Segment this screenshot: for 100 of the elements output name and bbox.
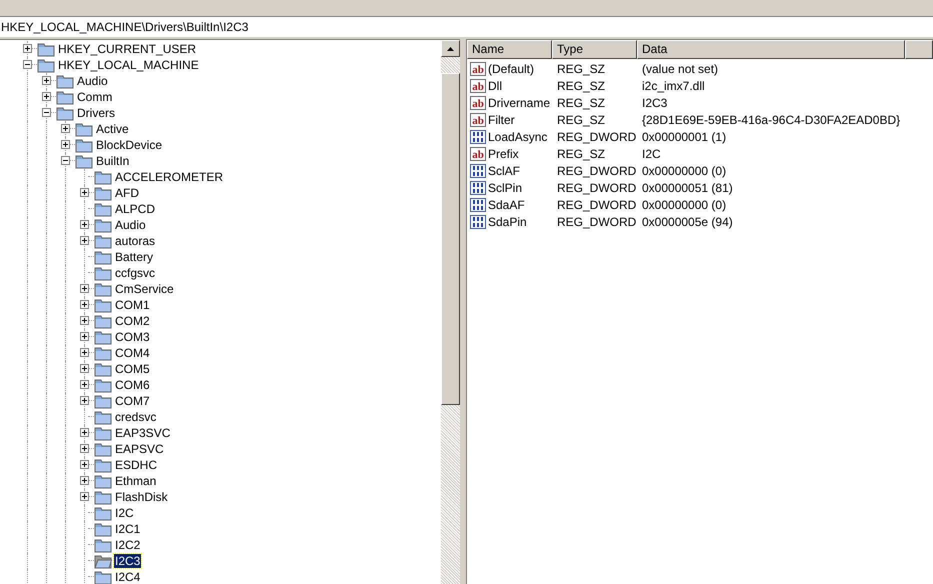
tree-item[interactable]: FlashDisk (114, 490, 169, 504)
expand-icon[interactable] (80, 332, 89, 341)
folder-icon (94, 426, 112, 440)
tree-item[interactable]: COM7 (114, 394, 151, 408)
folder-icon (94, 522, 112, 536)
expand-icon[interactable] (80, 348, 89, 357)
tree-item[interactable]: Battery (114, 250, 154, 264)
collapse-icon[interactable] (42, 108, 51, 117)
folder-icon (37, 58, 55, 72)
tree-item[interactable]: I2C2 (114, 538, 142, 552)
value-type: REG_SZ (556, 112, 606, 128)
tree-item[interactable]: ALPCD (114, 202, 156, 216)
text-value-icon: ab (470, 146, 486, 160)
tree-item[interactable]: BuiltIn (95, 154, 130, 168)
tree-item[interactable]: EAP3SVC (114, 426, 172, 440)
value-name[interactable]: Dll (488, 76, 502, 94)
value-name[interactable]: (Default) (488, 60, 534, 78)
tree-item[interactable]: COM5 (114, 362, 151, 376)
tree-item[interactable]: Active (95, 122, 130, 136)
scroll-up-button[interactable] (441, 40, 460, 57)
tree-item[interactable]: I2C (114, 506, 135, 520)
folder-icon (94, 266, 112, 280)
folder-icon (94, 442, 112, 456)
value-name[interactable]: SdaAF (488, 196, 525, 214)
tree-item[interactable]: COM3 (114, 330, 151, 344)
value-data: 0x0000005e (94) (641, 214, 733, 230)
value-name[interactable]: LoadAsync (488, 128, 548, 146)
folder-icon (56, 106, 74, 120)
value-data: 0x00000001 (1) (641, 128, 726, 146)
tree-item[interactable]: Ethman (114, 474, 158, 488)
scrollbar[interactable] (441, 40, 460, 584)
tree-item[interactable]: Audio (76, 74, 109, 88)
value-name[interactable]: SclPin (488, 178, 522, 196)
tree-item[interactable]: COM6 (114, 378, 151, 392)
tree-item[interactable]: ACCELEROMETER (114, 170, 224, 184)
value-type: REG_SZ (556, 78, 606, 94)
expand-icon[interactable] (42, 76, 51, 85)
expand-icon[interactable] (61, 124, 70, 133)
folder-icon (94, 298, 112, 312)
tree-item[interactable]: Drivers (76, 106, 116, 120)
scroll-thumb[interactable] (441, 73, 460, 405)
value-name[interactable]: Drivername (488, 94, 550, 112)
tree-item[interactable]: ccfgsvc (114, 266, 156, 280)
binary-value-icon (470, 214, 486, 228)
expand-icon[interactable] (80, 284, 89, 293)
value-type: REG_DWORD (556, 196, 637, 214)
value-data: 0x00000000 (0) (641, 162, 726, 180)
value-data: I2C3 (641, 94, 668, 112)
expand-icon[interactable] (80, 188, 89, 197)
expand-icon[interactable] (80, 428, 89, 437)
arrow-up-icon (447, 46, 454, 50)
folder-icon (37, 42, 55, 56)
tree-item[interactable]: Comm (76, 90, 114, 104)
expand-icon[interactable] (80, 364, 89, 373)
tree-item[interactable]: I2C1 (114, 522, 142, 536)
folder-icon (56, 90, 74, 104)
expand-icon[interactable] (80, 380, 89, 389)
column-header[interactable]: Name (467, 40, 552, 59)
folder-icon (94, 170, 112, 184)
folder-icon (94, 538, 112, 552)
expand-icon[interactable] (80, 220, 89, 229)
expand-icon[interactable] (80, 396, 89, 405)
collapse-icon[interactable] (61, 156, 70, 165)
folder-icon (94, 362, 112, 376)
column-header[interactable]: Data (637, 40, 905, 59)
address-field[interactable]: HKEY_LOCAL_MACHINE\Drivers\BuiltIn\I2C3 (0, 17, 933, 39)
collapse-icon[interactable] (23, 60, 32, 69)
expand-icon[interactable] (80, 476, 89, 485)
tree-item[interactable]: credsvc (114, 410, 158, 424)
value-name[interactable]: SdaPin (488, 212, 527, 230)
expand-icon[interactable] (80, 236, 89, 245)
value-name[interactable]: Filter (488, 110, 515, 128)
tree-item[interactable]: EAPSVC (114, 442, 165, 456)
expand-icon[interactable] (80, 444, 89, 453)
tree-item[interactable]: CmService (114, 282, 175, 296)
value-name[interactable]: Prefix (488, 144, 519, 162)
column-header[interactable]: Type (552, 40, 637, 59)
tree-item[interactable]: Audio (114, 218, 147, 232)
text-value-icon: ab (470, 78, 486, 92)
expand-icon[interactable] (80, 316, 89, 325)
tree-item[interactable]: COM1 (114, 298, 151, 312)
value-data: 0x00000051 (81) (641, 180, 733, 196)
expand-icon[interactable] (61, 140, 70, 149)
tree-item[interactable]: I2C4 (114, 570, 142, 584)
tree-item[interactable]: ESDHC (114, 458, 158, 472)
expand-icon[interactable] (80, 300, 89, 309)
tree-item[interactable]: autoras (114, 234, 156, 248)
expand-icon[interactable] (80, 460, 89, 469)
tree-item[interactable]: COM2 (114, 314, 151, 328)
value-name[interactable]: SclAF (488, 162, 520, 180)
expand-icon[interactable] (42, 92, 51, 101)
tree-item[interactable]: I2C3 (114, 554, 142, 568)
tree-item[interactable]: COM4 (114, 346, 151, 360)
expand-icon[interactable] (80, 492, 89, 501)
tree-item[interactable]: HKEY_CURRENT_USER (57, 42, 198, 56)
value-data: (value not set) (641, 60, 718, 78)
tree-item[interactable]: HKEY_LOCAL_MACHINE (57, 58, 200, 72)
expand-icon[interactable] (23, 44, 32, 53)
tree-item[interactable]: AFD (114, 186, 140, 200)
tree-item[interactable]: BlockDevice (95, 138, 164, 152)
